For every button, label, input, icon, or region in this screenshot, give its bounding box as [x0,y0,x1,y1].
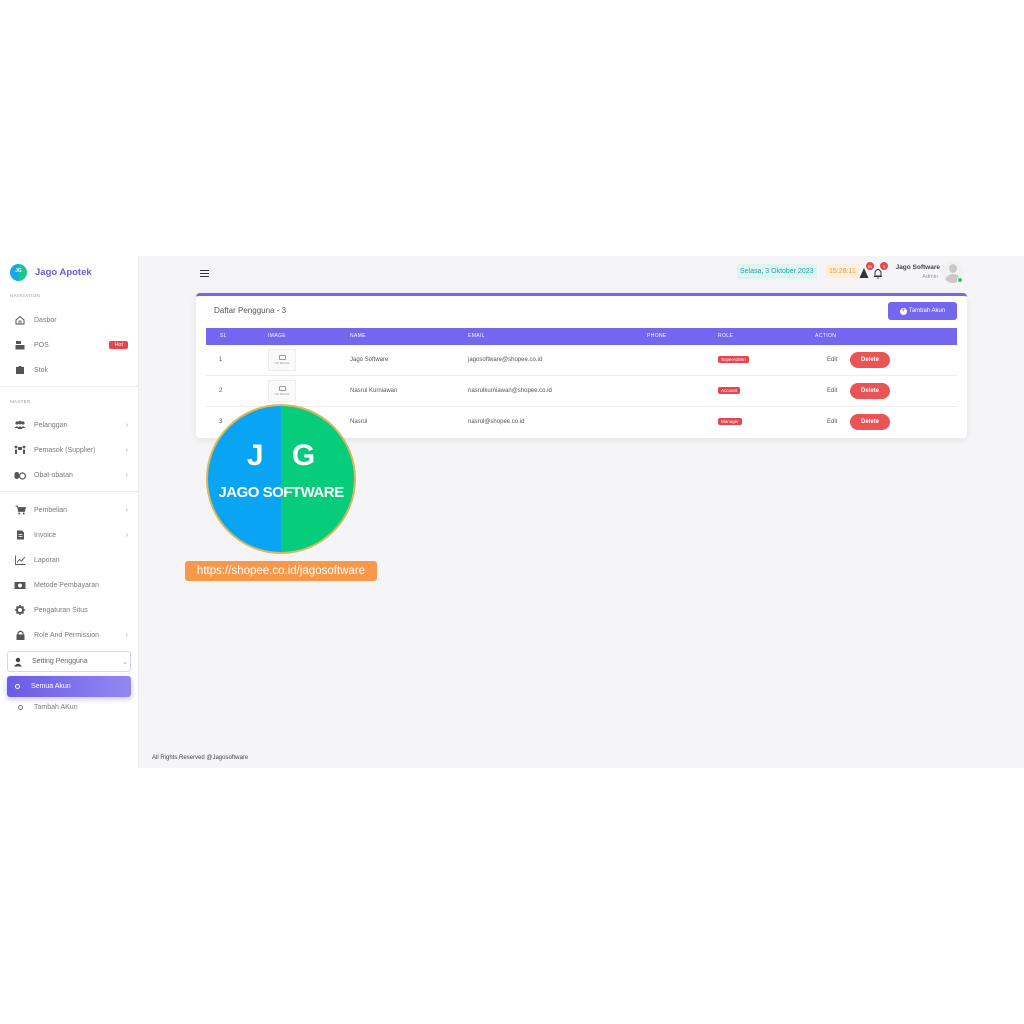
sidebar-item-pengaturan-situs[interactable]: Pengaturan Situs [10,601,130,619]
date-display: Selasa, 3 Oktober 2023 [737,264,817,279]
sidebar-item-pemasok[interactable]: Pemasok (Supplier) › [10,441,130,459]
cell-name: Nasrul Kurniawan [350,388,398,394]
sidebar: JG Jago Apotek NAVIGATION Dasbor POS Hot… [0,256,139,768]
chevron-right-icon: › [125,471,128,479]
brand-name: Jago Apotek [35,266,92,278]
column-header-role: ROLE [718,333,734,339]
cell-name: Nasrul [350,419,368,425]
sidebar-item-role-permission[interactable]: Role And Permission › [10,626,130,644]
delete-button[interactable]: Delete [850,352,890,368]
chevron-right-icon: › [125,446,128,454]
role-badge: Manager [718,418,742,425]
footer-copyright: All Rights Reserved @Jagosoftware [152,755,249,761]
time-display: 15:28:11 [826,264,859,279]
avatar-head [949,264,957,273]
alert-button[interactable]: 50 [859,262,874,278]
image-placeholder-icon [278,355,286,360]
circle-icon [11,681,23,693]
sidebar-divider [0,386,139,387]
sidebar-item-pos[interactable]: POS Hot [10,336,130,354]
table-row: 2 NO IMAGE Nasrul Kurniawan nasrulkurnia… [206,376,957,407]
cash-register-icon [14,339,26,351]
circle-icon [14,701,26,713]
cell-email: nasrul@shopee.co.id [468,419,525,425]
section-label-navigation: NAVIGATION [10,293,41,298]
sidebar-item-dasbor[interactable]: Dasbor [10,311,130,329]
column-header-phone: PHONE [647,333,667,339]
notification-button[interactable]: 3 [873,262,888,279]
sidebar-subitem-tambah-akun[interactable]: Tambah AKun [10,698,130,716]
column-header-email: EMAIL [468,333,486,339]
notification-count-badge: 3 [880,262,888,270]
box-icon [14,364,26,376]
sidebar-item-laporan[interactable]: Laporan [10,551,130,569]
edit-link[interactable]: Edit [827,357,837,363]
cell-sl: 2 [219,388,223,394]
sidebar-divider [0,491,139,492]
sidebar-subitem-semua-akun[interactable]: Semua Akun [7,676,131,697]
edit-link[interactable]: Edit [827,419,837,425]
sidebar-item-pelanggan[interactable]: Pelanggan › [10,416,130,434]
people-carry-icon [14,444,26,456]
cell-email: nasrulkurniawan@shopee.co.id [468,388,552,394]
cell-sl: 1 [219,357,223,363]
sidebar-item-setting-pengguna[interactable]: Setting Pengguna ⌄ [7,651,131,672]
cell-email: jagosoftware@shopee.co.id [468,357,543,363]
user-icon [12,656,24,668]
brand-logo-icon: JG [10,263,27,281]
role-badge: SuperAdmin [718,356,749,363]
money-icon [14,579,26,591]
app-window: JG Jago Apotek NAVIGATION Dasbor POS Hot… [0,256,1024,768]
plus-circle-icon: + [899,307,907,315]
lock-icon [14,629,26,641]
section-label-master: MASTER [10,399,31,404]
edit-link[interactable]: Edit [827,388,837,394]
card-title: Daftar Pengguna - 3 [214,306,287,315]
brand[interactable]: JG Jago Apotek [10,262,92,282]
user-name[interactable]: Jago Software [888,264,940,271]
column-header-image: IMAGE [268,333,287,339]
menu-toggle-icon[interactable] [200,270,209,277]
table-row: 1 NO IMAGE Jago Software jagosoftware@sh… [206,345,957,376]
pills-icon [14,469,26,481]
column-header-action: ACTION [815,333,837,339]
online-status-dot [957,277,963,283]
chevron-right-icon: › [125,421,128,429]
user-image: NO IMAGE [268,380,296,402]
sidebar-item-obat[interactable]: Obat-obatan › [10,466,130,484]
cart-icon [14,504,26,516]
user-image: NO IMAGE [268,349,296,371]
gear-icon [14,604,26,616]
image-placeholder-icon [278,386,286,391]
delete-button[interactable]: Delete [850,414,890,430]
chevron-down-icon: ⌄ [122,658,128,666]
user-role: Admin [922,274,938,280]
hot-badge: Hot [109,341,128,349]
sidebar-item-metode-pembayaran[interactable]: Metode Pembayaran [10,576,130,594]
watermark-url: https://shopee.co.id/jagosoftware [185,561,377,581]
invoice-icon [14,529,26,541]
watermark-text: JAGO SOFTWARE [218,484,344,501]
sidebar-item-pembelian[interactable]: Pembelian › [10,501,130,519]
role-badge: Account [718,387,741,394]
column-header-sl: SL [220,333,227,339]
watermark-monogram: J G [246,439,326,472]
chevron-right-icon: › [125,631,128,639]
line-chart-icon [14,554,26,566]
table-header: SL IMAGE NAME EMAIL PHONE ROLE ACTION [206,328,957,345]
column-header-name: NAME [350,333,367,339]
add-account-button[interactable]: + Tambah Akun [888,302,957,320]
chevron-right-icon: › [125,531,128,539]
cell-name: Jago Software [350,357,389,363]
delete-button[interactable]: Delete [850,383,890,399]
home-icon [14,314,26,326]
users-icon [14,419,26,431]
sidebar-item-invoice[interactable]: Invoice › [10,526,130,544]
sidebar-item-stok[interactable]: Stok [10,361,130,379]
watermark-logo: J G JAGO SOFTWARE [206,404,356,554]
chevron-right-icon: › [125,506,128,514]
cell-sl: 3 [219,419,223,425]
